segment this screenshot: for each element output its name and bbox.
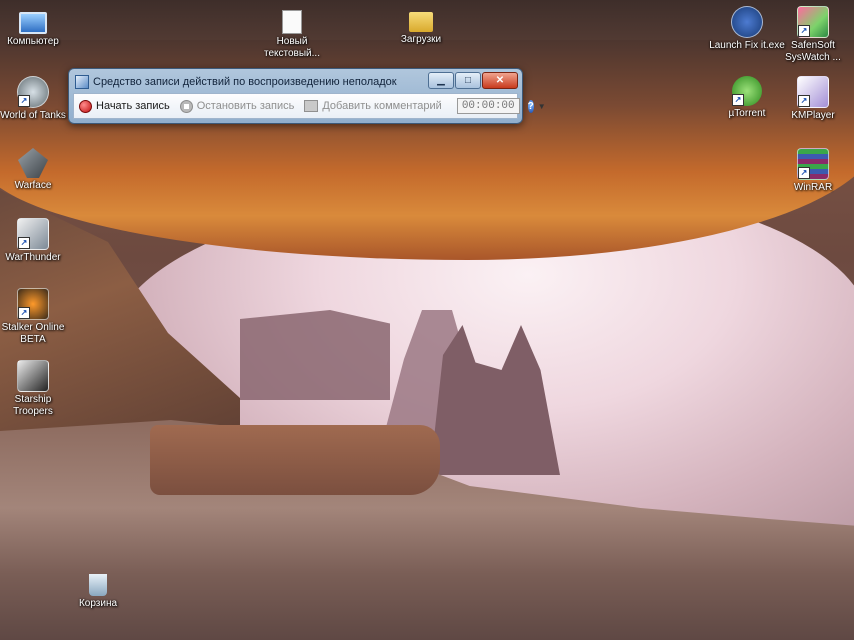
start-record-label: Начать запись	[96, 100, 170, 112]
icon-label: Starship Troopers	[13, 394, 53, 417]
window-titlebar[interactable]: Средство записи действий по воспроизведе…	[75, 73, 397, 91]
window-title: Средство записи действий по воспроизведе…	[93, 76, 397, 88]
wallpaper-ridge	[240, 310, 390, 400]
desktop-icon-recycle-bin[interactable]: Корзина	[59, 570, 137, 610]
minimize-icon: ▁	[437, 75, 445, 86]
record-icon	[79, 99, 92, 113]
shortcut-arrow-icon: ↗	[798, 95, 810, 107]
desktop-icon-kmplayer[interactable]: ↗ KMPlayer	[774, 76, 852, 122]
safensoft-icon: ↗	[797, 6, 829, 38]
add-comment-button[interactable]: Добавить комментарий	[299, 96, 446, 116]
warthunder-icon: ↗	[17, 218, 49, 250]
icon-label: Warface	[14, 180, 52, 191]
icon-label: WarThunder	[5, 252, 61, 263]
comment-icon	[304, 100, 319, 112]
utorrent-icon: ↗	[732, 76, 762, 106]
shortcut-arrow-icon: ↗	[18, 95, 30, 107]
icon-label: SafenSoft SysWatch ...	[785, 40, 841, 63]
desktop-icon-world-of-tanks[interactable]: ↗ World of Tanks	[0, 76, 72, 122]
shortcut-arrow-icon: ↗	[18, 237, 30, 249]
help-icon: ?	[527, 100, 534, 112]
start-record-button[interactable]: Начать запись	[74, 96, 175, 116]
desktop-icon-warface[interactable]: Warface	[0, 148, 72, 192]
wallpaper-ledge	[150, 425, 440, 495]
chevron-down-icon: ▼	[537, 101, 546, 111]
warface-icon	[18, 148, 48, 178]
kmplayer-icon: ↗	[797, 76, 829, 108]
winrar-icon: ↗	[797, 148, 829, 180]
maximize-icon: □	[464, 75, 472, 86]
shortcut-arrow-icon: ↗	[18, 307, 30, 319]
icon-label: KMPlayer	[791, 110, 835, 121]
steps-recorder-window[interactable]: Средство записи действий по воспроизведе…	[68, 68, 546, 124]
icon-label: Stalker Online BETA	[1, 322, 65, 345]
fix-it-icon	[731, 6, 763, 38]
steps-recorder-app-icon	[75, 75, 89, 89]
help-dropdown-button[interactable]: ▼	[538, 102, 546, 111]
stop-record-label: Остановить запись	[196, 100, 295, 112]
minimize-button[interactable]: ▁	[428, 72, 454, 89]
desktop-icon-warthunder[interactable]: ↗ WarThunder	[0, 218, 72, 264]
desktop-icon-stalker[interactable]: ↗ Stalker Online BETA	[0, 288, 72, 346]
desktop-icon-downloads[interactable]: Загрузки	[382, 6, 460, 46]
shortcut-arrow-icon: ↗	[732, 94, 744, 106]
help-button[interactable]: ?	[527, 99, 534, 113]
maximize-button[interactable]: □	[455, 72, 481, 89]
elapsed-timer: 00:00:00	[456, 98, 520, 114]
window-controls: ▁ □ ✕	[428, 72, 518, 89]
close-icon: ✕	[495, 75, 505, 86]
icon-label: Компьютер	[7, 36, 59, 47]
text-document-icon	[282, 10, 302, 34]
recycle-bin-icon	[89, 574, 107, 596]
recorder-toolbar: Начать запись Остановить запись Добавить…	[73, 93, 546, 119]
shortcut-arrow-icon: ↗	[798, 167, 810, 179]
folder-icon	[409, 12, 433, 32]
icon-label: World of Tanks	[0, 110, 66, 121]
desktop-icon-starship-troopers[interactable]: Starship Troopers	[0, 360, 72, 418]
world-of-tanks-icon: ↗	[17, 76, 49, 108]
shortcut-arrow-icon: ↗	[798, 25, 810, 37]
computer-icon	[19, 12, 47, 34]
stop-icon	[179, 99, 193, 113]
desktop-icon-winrar[interactable]: ↗ WinRAR	[774, 148, 852, 194]
icon-label: Загрузки	[400, 34, 442, 45]
desktop-icon-computer[interactable]: Компьютер	[0, 6, 72, 48]
add-comment-label: Добавить комментарий	[322, 100, 442, 112]
close-button[interactable]: ✕	[482, 72, 518, 89]
stalker-icon: ↗	[17, 288, 49, 320]
icon-label: WinRAR	[793, 182, 833, 193]
starship-troopers-icon	[17, 360, 49, 392]
stop-record-button[interactable]: Остановить запись	[175, 96, 300, 116]
icon-label: Новый текстовый...	[264, 36, 320, 59]
desktop-icon-new-text-document[interactable]: Новый текстовый...	[253, 6, 331, 60]
desktop-icon-safensoft[interactable]: ↗ SafenSoft SysWatch ...	[774, 6, 852, 64]
icon-label: Корзина	[78, 598, 118, 609]
